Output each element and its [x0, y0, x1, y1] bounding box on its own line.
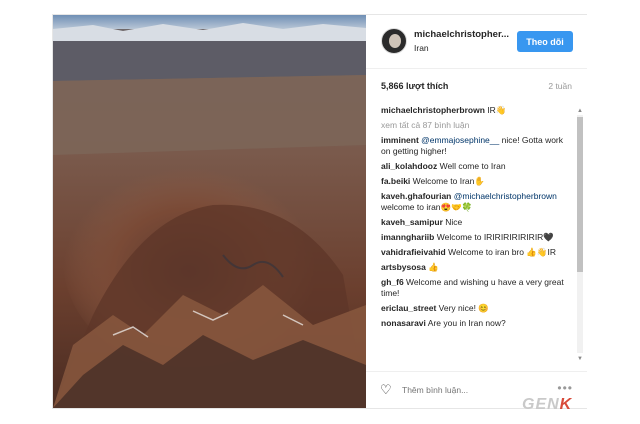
comment-item: nonasaravi Are you in Iran now? — [381, 318, 573, 329]
view-all-comments-link[interactable]: xem tất cả 87 bình luận — [381, 120, 573, 131]
aerial-landscape-image — [53, 15, 366, 408]
post-photo[interactable] — [53, 15, 366, 408]
comment-item: ali_kolahdooz Well come to Iran — [381, 161, 573, 172]
scroll-up-arrow-icon[interactable]: ▲ — [576, 107, 584, 115]
comment-item: kaveh_samipur Nice — [381, 217, 573, 228]
comment-item: imminent @emmajosephine__ nice! Gotta wo… — [381, 135, 573, 157]
comment-username[interactable]: ali_kolahdooz — [381, 161, 437, 171]
comment-username[interactable]: kaveh.ghafourian — [381, 191, 451, 201]
caption: michaelchristopherbrown IR👋 — [381, 105, 573, 116]
author-username[interactable]: michaelchristopher... — [414, 29, 509, 40]
comment-input[interactable] — [402, 382, 542, 398]
comment-text: Welcome to IRIRIRIRIRIRIR🖤 — [434, 232, 554, 242]
watermark-suffix: K — [559, 396, 573, 413]
post-sidebar: michaelchristopher... Iran Theo dõi 5,86… — [366, 15, 587, 408]
comment-username[interactable]: fa.beiki — [381, 176, 410, 186]
likes-count[interactable]: 5,866 lượt thích — [381, 81, 448, 91]
comment-text: Well come to Iran — [437, 161, 506, 171]
comment-text: Welcome and wishing u have a very great … — [381, 277, 564, 298]
comment-text: Welcome to Iran✋ — [410, 176, 485, 186]
comment-username[interactable]: imannghariib — [381, 232, 434, 242]
comment-username[interactable]: vahidrafieivahid — [381, 247, 446, 257]
comment-mention[interactable]: @michaelchristopherbrown — [451, 191, 557, 201]
comment-text: Very nice! 😊 — [436, 303, 489, 313]
more-options-icon[interactable]: ••• — [557, 381, 573, 395]
heart-icon[interactable]: ♡ — [380, 382, 392, 398]
comment-text: welcome to iran😍🤝🍀 — [381, 202, 473, 212]
comment-item: kaveh.ghafourian @michaelchristopherbrow… — [381, 191, 573, 213]
avatar-face-icon — [389, 34, 401, 48]
comment-item: vahidrafieivahid Welcome to iran bro 👍👋I… — [381, 247, 573, 258]
scroll-down-arrow-icon[interactable]: ▼ — [576, 355, 584, 363]
follow-button[interactable]: Theo dõi — [517, 31, 573, 52]
caption-username[interactable]: michaelchristopherbrown — [381, 105, 485, 115]
comment-item: gh_f6 Welcome and wishing u have a very … — [381, 277, 573, 299]
comment-mention[interactable]: @emmajosephine__ — [419, 135, 499, 145]
post-card: michaelchristopher... Iran Theo dõi 5,86… — [52, 14, 587, 409]
comment-item: ericlau_street Very nice! 😊 — [381, 303, 573, 314]
comments-list: michaelchristopherbrown IR👋 xem tất cả 8… — [381, 105, 573, 365]
comment-username[interactable]: gh_f6 — [381, 277, 404, 287]
post-location[interactable]: Iran — [414, 43, 429, 53]
comment-item: fa.beiki Welcome to Iran✋ — [381, 176, 573, 187]
comment-text: 👍 — [425, 262, 439, 272]
genk-watermark: GENK — [522, 396, 572, 414]
caption-text: IR👋 — [484, 105, 507, 115]
post-age[interactable]: 2 tuần — [548, 81, 572, 91]
comment-username[interactable]: ericlau_street — [381, 303, 436, 313]
scrollbar-thumb[interactable] — [577, 117, 583, 272]
comment-item: imannghariib Welcome to IRIRIRIRIRIRIR🖤 — [381, 232, 573, 243]
comment-text: Welcome to iran bro 👍👋IR — [445, 247, 557, 257]
watermark-prefix: GEN — [522, 396, 560, 413]
page: michaelchristopher... Iran Theo dõi 5,86… — [0, 0, 640, 424]
comments-scrollbar[interactable]: ▲ ▼ — [576, 107, 584, 363]
comment-text: Nice — [442, 217, 463, 227]
post-header: michaelchristopher... Iran Theo dõi — [366, 15, 587, 69]
comment-username[interactable]: imminent — [381, 135, 419, 145]
comment-item: artsbysosa 👍 — [381, 262, 573, 273]
comment-username[interactable]: nonasaravi — [381, 318, 426, 328]
avatar[interactable] — [381, 28, 407, 54]
comment-username[interactable]: artsbysosa — [381, 262, 426, 272]
comment-text: Are you in Iran now? — [425, 318, 506, 328]
comment-username[interactable]: kaveh_samipur — [381, 217, 443, 227]
